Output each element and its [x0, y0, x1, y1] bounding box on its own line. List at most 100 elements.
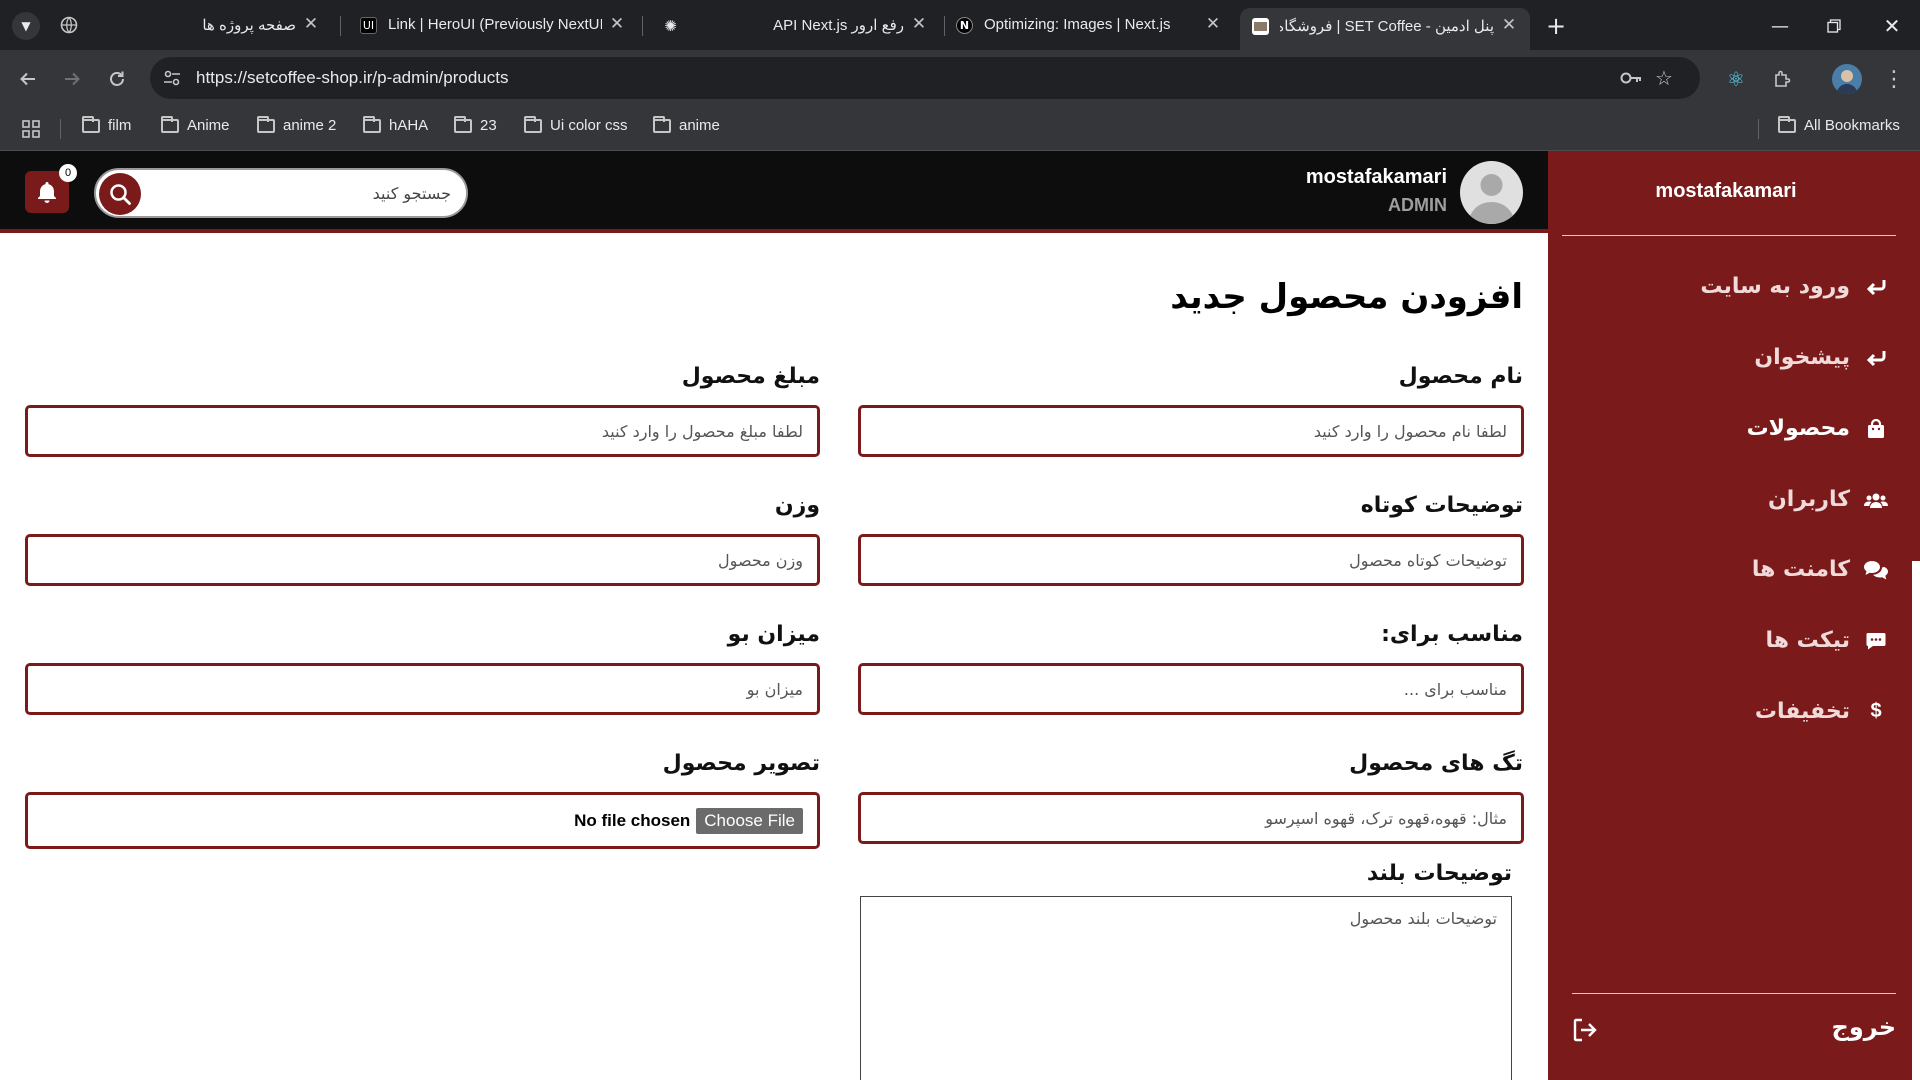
bookmark-label: Ui color css	[550, 117, 628, 134]
folder-icon	[454, 115, 472, 133]
extensions-icon[interactable]	[1768, 65, 1796, 93]
password-key-icon[interactable]	[1617, 64, 1645, 92]
profile-avatar[interactable]	[1832, 64, 1862, 94]
browser-tab[interactable]: N Optimizing: Images | Next.js ✕	[944, 8, 1234, 42]
browser-tab[interactable]: صفحه پروژه ها ✕	[96, 8, 332, 42]
bookmark-folder[interactable]: Ui color css	[524, 115, 628, 134]
bookmark-folder[interactable]: anime 2	[257, 115, 337, 134]
product-price-field	[25, 405, 820, 457]
dollar-icon: $	[1870, 700, 1882, 722]
globe-icon	[58, 14, 80, 36]
browser-tab-active[interactable]: پنل ادمین - SET Coffee | فروشگاه ✕	[1240, 8, 1530, 50]
heroui-icon: UI	[360, 17, 377, 34]
tab-close-icon[interactable]: ✕	[300, 13, 322, 35]
long-description-textarea[interactable]	[861, 897, 1511, 1080]
browser-menu-icon[interactable]: ⋮	[1880, 65, 1908, 93]
search-input[interactable]	[151, 178, 451, 208]
admin-page: 0 mostafakamari ADMIN افزودن محصول جدید …	[0, 151, 1920, 1080]
apps-grid-icon[interactable]	[22, 120, 40, 138]
reply-arrow-icon	[1864, 275, 1888, 299]
sidebar-username: mostafakamari	[1655, 180, 1797, 202]
bookmark-folder[interactable]: hAHA	[363, 115, 428, 134]
setcoffee-icon	[1252, 18, 1269, 35]
sidebar-item-products[interactable]: محصولات	[1747, 416, 1888, 441]
folder-icon	[161, 115, 179, 133]
tab-search-icon[interactable]: ▼	[12, 12, 40, 40]
weight-field	[25, 534, 820, 586]
product-tags-label: تگ های محصول	[1349, 751, 1523, 776]
browser-toolbar: https://setcoffee-shop.ir/p-admin/produc…	[0, 50, 1920, 108]
react-devtools-icon[interactable]: ⚛	[1722, 65, 1750, 93]
sidebar-item-label: محصولات	[1746, 416, 1850, 441]
choose-file-button[interactable]: Choose File	[696, 807, 803, 834]
logout-label: خروج	[1831, 1013, 1896, 1041]
sidebar-item-label: ورود به سایت	[1700, 274, 1850, 299]
minimize-button[interactable]: —	[1766, 12, 1794, 40]
close-window-button[interactable]: ✕	[1878, 12, 1906, 40]
browser-tab[interactable]: ✺ رفع ارور API Next.js ✕	[650, 8, 940, 42]
sidebar-item-users[interactable]: کاربران	[1768, 487, 1888, 512]
sidebar-item-discounts[interactable]: $ تخفیفات	[1755, 699, 1888, 724]
bell-icon	[38, 182, 56, 203]
avatar	[1460, 161, 1523, 224]
tab-title: Optimizing: Images | Next.js	[984, 16, 1171, 33]
sidebar-item-dashboard[interactable]: پیشخوان	[1754, 345, 1888, 370]
search-icon	[110, 184, 131, 205]
all-bookmarks[interactable]: All Bookmarks	[1778, 115, 1900, 134]
comments-icon	[1864, 558, 1888, 582]
message-icon	[1864, 629, 1888, 653]
forward-icon[interactable]	[58, 65, 86, 93]
folder-icon	[257, 115, 275, 133]
sidebar-divider	[1572, 993, 1896, 994]
tab-title: رفع ارور API Next.js	[773, 17, 904, 34]
reply-arrow-icon	[1864, 346, 1888, 370]
admin-role: ADMIN	[1388, 195, 1447, 215]
nextjs-icon: N	[956, 17, 973, 34]
reload-icon[interactable]	[103, 65, 131, 93]
shopping-bag-icon	[1864, 417, 1888, 441]
tab-close-icon[interactable]: ✕	[1202, 13, 1224, 35]
product-image-file-input[interactable]: No file chosen Choose File	[25, 792, 820, 849]
logout-button[interactable]: خروج	[1572, 1013, 1896, 1049]
short-description-input[interactable]	[861, 537, 1521, 583]
tab-close-icon[interactable]: ✕	[908, 13, 930, 35]
new-tab-button[interactable]: +	[1542, 12, 1570, 40]
bookmark-label: anime 2	[283, 117, 337, 134]
search-button[interactable]	[99, 173, 141, 215]
short-description-field	[858, 534, 1524, 586]
smell-level-field	[25, 663, 820, 715]
product-name-field	[858, 405, 1524, 457]
scrollbar-thumb[interactable]	[1912, 561, 1920, 1080]
short-description-label: توضیحات کوتاه	[1360, 493, 1523, 518]
tab-close-icon[interactable]: ✕	[606, 13, 628, 35]
sidebar-item-site[interactable]: ورود به سایت	[1700, 274, 1888, 299]
restore-button[interactable]	[1820, 12, 1848, 40]
bookmark-folder[interactable]: 23	[454, 115, 497, 134]
sidebar-item-label: تخفیفات	[1754, 699, 1850, 724]
folder-icon	[653, 115, 671, 133]
product-tags-field	[858, 792, 1524, 844]
bookmark-folder[interactable]: Anime	[161, 115, 230, 134]
bookmark-folder[interactable]: film	[82, 115, 132, 134]
search-box	[94, 168, 468, 218]
back-icon[interactable]	[14, 65, 42, 93]
logout-icon	[1572, 1017, 1598, 1043]
weight-input[interactable]	[28, 537, 817, 583]
product-name-input[interactable]	[861, 408, 1521, 454]
tab-title: صفحه پروژه ها	[202, 17, 296, 34]
product-name-label: نام محصول	[1398, 364, 1523, 389]
smell-level-input[interactable]	[28, 666, 817, 712]
product-tags-input[interactable]	[861, 795, 1521, 841]
site-settings-icon[interactable]	[158, 64, 186, 92]
sidebar-item-tickets[interactable]: تیکت ها	[1766, 628, 1889, 653]
bookmark-label: film	[108, 117, 132, 134]
tab-close-icon[interactable]: ✕	[1498, 14, 1520, 36]
bookmark-star-icon[interactable]: ☆	[1650, 64, 1678, 92]
bookmark-folder[interactable]: anime	[653, 115, 720, 134]
product-price-input[interactable]	[28, 408, 817, 454]
suitable-for-label: مناسب برای:	[1381, 622, 1523, 647]
address-bar[interactable]: https://setcoffee-shop.ir/p-admin/produc…	[150, 57, 1700, 99]
suitable-for-input[interactable]	[861, 666, 1521, 712]
browser-tab[interactable]: UI Link | HeroUI (Previously NextUI) ✕	[348, 8, 638, 42]
sidebar-item-comments[interactable]: کامنت ها	[1752, 557, 1888, 582]
